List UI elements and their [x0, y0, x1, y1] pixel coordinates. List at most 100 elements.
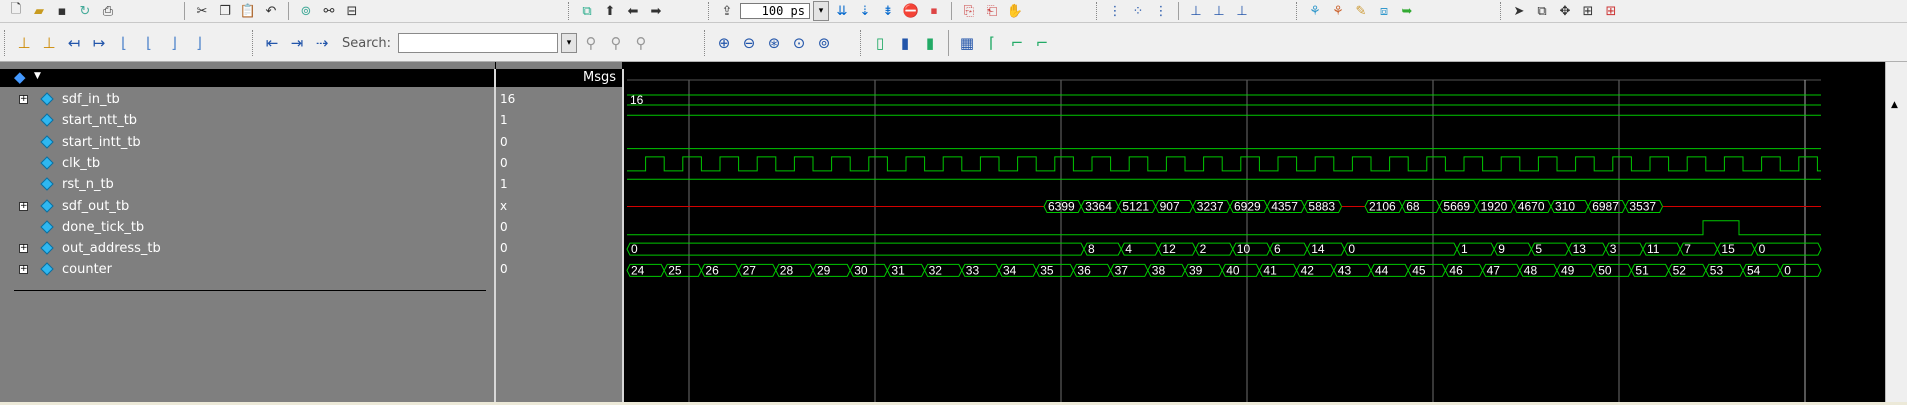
- wave-compare-icon[interactable]: ⧈: [1374, 2, 1394, 20]
- step-into-icon[interactable]: ⎘: [959, 2, 979, 20]
- run-length-dropdown[interactable]: ▾: [813, 1, 829, 21]
- search-input[interactable]: [398, 33, 559, 53]
- step-out-icon[interactable]: ✋: [1005, 2, 1025, 20]
- expand-icon[interactable]: +: [19, 265, 28, 275]
- search-find-icon[interactable]: ⚲: [580, 32, 602, 54]
- out-address-label: 5: [1535, 242, 1542, 256]
- dataflow-icon[interactable]: ⊞: [1601, 2, 1621, 20]
- run-icon[interactable]: ⇊: [832, 2, 852, 20]
- pan-icon[interactable]: ✥: [1555, 2, 1575, 20]
- cursor-add-icon[interactable]: ⚘: [1305, 2, 1325, 20]
- signal-value-out_address_tb: 0: [500, 241, 508, 256]
- cut-icon[interactable]: ✂: [192, 2, 212, 20]
- wave-format-icon-4[interactable]: ⌐: [1031, 32, 1053, 54]
- signal-row-sdf_in_tb[interactable]: + sdf_in_tb: [0, 90, 495, 111]
- step-icon[interactable]: ⋮: [1105, 2, 1125, 20]
- cursor-icon-2[interactable]: ▮: [894, 32, 916, 54]
- tree-icon-1[interactable]: ⊥: [1186, 2, 1206, 20]
- signal-row-done_tick_tb[interactable]: done_tick_tb: [0, 218, 495, 239]
- next-transition-icon[interactable]: ↦: [88, 32, 110, 54]
- search-next-icon[interactable]: ⚲: [630, 32, 652, 54]
- cursor-lock-icon[interactable]: ⚘: [1328, 2, 1348, 20]
- signal-row-counter[interactable]: + counter: [0, 260, 495, 281]
- edge-icon-5[interactable]: ⌊: [113, 32, 135, 54]
- signal-row-out_address_tb[interactable]: + out_address_tb: [0, 239, 495, 260]
- signal-row-start_intt_tb[interactable]: start_intt_tb: [0, 133, 495, 154]
- wave-toolbar-row: ⊥ ⊥ ↤ ↦ ⌊ ⌊ ⌋ ⌋ ⇤ ⇥ ⇢ Search: ▾ ⚲ ⚲ ⚲ ⊕ …: [0, 23, 1907, 62]
- signal-icon: [40, 113, 54, 128]
- signal-row-clk_tb[interactable]: clk_tb: [0, 154, 495, 175]
- zoom-in-icon[interactable]: ⊕: [713, 32, 735, 54]
- run-all-icon[interactable]: ⇟: [878, 2, 898, 20]
- undo-icon[interactable]: ↶: [261, 2, 281, 20]
- restart-icon[interactable]: ⇪: [717, 2, 737, 20]
- find-rising-edge-icon[interactable]: ⊥: [13, 32, 35, 54]
- open-folder-icon[interactable]: ▰: [29, 2, 49, 20]
- wave-format-icon-3[interactable]: ⌐: [1006, 32, 1028, 54]
- signal-icon: [40, 241, 54, 255]
- up-arrow-icon[interactable]: ⬆: [600, 2, 620, 20]
- signal-icon: [40, 156, 54, 170]
- run-length-field[interactable]: 100 ps: [740, 3, 810, 19]
- expand-icon[interactable]: +: [19, 201, 28, 211]
- cursor-icon-3[interactable]: ▮: [919, 32, 941, 54]
- tree-icon-3[interactable]: ⊥: [1232, 2, 1252, 20]
- find-falling-edge-icon[interactable]: ⊥: [38, 32, 60, 54]
- binoculars-icon[interactable]: ⚯: [319, 2, 339, 20]
- waveform-pane[interactable]: 16 6399 3364 5121 907 3237 6929 4357 5883 2106 68 5…: [624, 62, 1886, 402]
- signal-name: rst_n_tb: [62, 177, 114, 193]
- wave-format-icon-2[interactable]: ⌈: [981, 32, 1003, 54]
- print-icon[interactable]: ⎙: [98, 2, 118, 20]
- step-back-icon[interactable]: ⬅: [623, 2, 643, 20]
- select-pointer-icon[interactable]: ➤: [1509, 2, 1529, 20]
- edge-icon-7[interactable]: ⌋: [163, 32, 185, 54]
- tree-icon-2[interactable]: ⊥: [1209, 2, 1229, 20]
- layers-icon[interactable]: ◆: [14, 68, 26, 86]
- done-tick-wave: [627, 220, 1821, 236]
- waveform-canvas[interactable]: 166399 3364 5121 907 3237 6929 4357 5883 2106 68 5…: [624, 62, 1886, 402]
- paste-icon[interactable]: 📋: [238, 2, 258, 20]
- step-over-icon[interactable]: ⎗: [982, 2, 1002, 20]
- signal-row-start_ntt_tb[interactable]: start_ntt_tb: [0, 111, 495, 132]
- edit-icon[interactable]: ✎: [1351, 2, 1371, 20]
- copy-icon[interactable]: ❐: [215, 2, 235, 20]
- search-forward-icon[interactable]: ⇥: [286, 32, 308, 54]
- zoom-box-icon[interactable]: ⧉: [1532, 2, 1552, 20]
- scroll-up-icon[interactable]: ▲: [1891, 100, 1898, 110]
- layers-dropdown-icon[interactable]: ▼: [34, 71, 41, 81]
- edge-icon-8[interactable]: ⌋: [188, 32, 210, 54]
- prev-transition-icon[interactable]: ↤: [63, 32, 85, 54]
- search-prev-icon[interactable]: ⚲: [605, 32, 627, 54]
- save-icon[interactable]: ▪: [52, 2, 72, 20]
- search-options-icon[interactable]: ⇢: [311, 32, 333, 54]
- zoom-cursor-icon[interactable]: ⊙: [788, 32, 810, 54]
- zoom-region-icon[interactable]: ⊟: [342, 2, 362, 20]
- expand-icon[interactable]: +: [19, 95, 28, 104]
- wave-export-icon[interactable]: ➥: [1397, 2, 1417, 20]
- zoom-out-icon[interactable]: ⊖: [738, 32, 760, 54]
- cursor-icon-1[interactable]: ▯: [869, 32, 891, 54]
- search-back-icon[interactable]: ⇤: [261, 32, 283, 54]
- out-address-label: 0: [1759, 242, 1766, 256]
- zoom-full-icon[interactable]: ⊛: [763, 32, 785, 54]
- signal-row-sdf_out_tb[interactable]: + sdf_out_tb: [0, 197, 495, 218]
- break-icon[interactable]: ⛔: [901, 2, 921, 20]
- ruler-icon[interactable]: ⊞: [1578, 2, 1598, 20]
- wave-format-icon-1[interactable]: ▦: [956, 32, 978, 54]
- step-forward-icon[interactable]: ➡: [646, 2, 666, 20]
- signal-row-rst_n_tb[interactable]: rst_n_tb: [0, 175, 495, 196]
- add-wave-icon[interactable]: ⧉: [577, 2, 597, 20]
- new-file-icon[interactable]: 🗋: [6, 2, 26, 20]
- step-end-icon[interactable]: ⋮: [1151, 2, 1171, 20]
- sdf-out-label: 4670: [1518, 200, 1545, 214]
- zoom-last-icon[interactable]: ⊚: [813, 32, 835, 54]
- vertical-scrollbar[interactable]: ▲: [1885, 62, 1907, 402]
- find-icon[interactable]: ⊚: [296, 2, 316, 20]
- stop-icon[interactable]: ⏹: [924, 2, 944, 20]
- expand-icon[interactable]: +: [19, 244, 28, 254]
- reload-icon[interactable]: ↻: [75, 2, 95, 20]
- step-cont-icon[interactable]: ⁘: [1128, 2, 1148, 20]
- search-dropdown[interactable]: ▾: [561, 33, 578, 53]
- edge-icon-6[interactable]: ⌊: [138, 32, 160, 54]
- continue-icon[interactable]: ⇣: [855, 2, 875, 20]
